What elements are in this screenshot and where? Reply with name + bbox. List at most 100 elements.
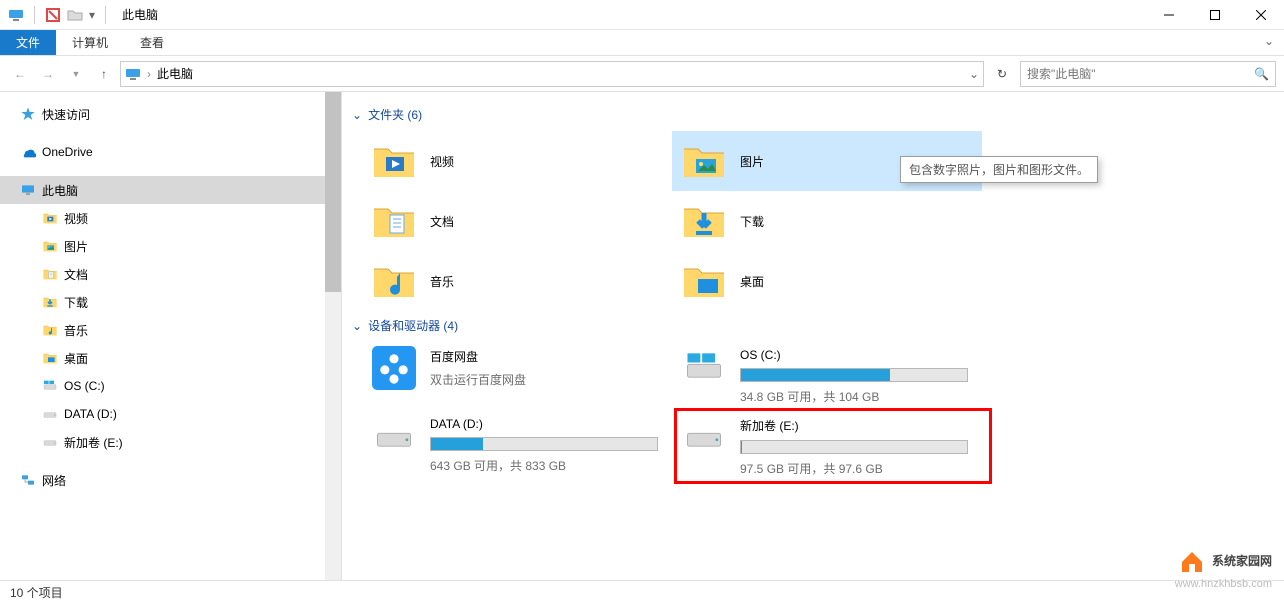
tab-view[interactable]: 查看 [124, 30, 180, 55]
videos-icon [370, 137, 418, 185]
folder-icon[interactable] [67, 7, 83, 23]
sidebar-item-music[interactable]: 音乐 [0, 316, 341, 344]
drive-item[interactable]: OS (C:)34.8 GB 可用，共 104 GB [672, 342, 982, 411]
sidebar-item-star[interactable]: 快速访问 [0, 100, 341, 128]
pictures-icon [42, 238, 58, 254]
ribbon: 文件 计算机 查看 ⌄ [0, 30, 1284, 56]
drive-sub: 双击运行百度网盘 [430, 371, 664, 388]
group-devices[interactable]: ⌄ 设备和驱动器 (4) [352, 317, 1278, 334]
minimize-button[interactable] [1146, 0, 1192, 30]
sidebar-item-label: 下载 [64, 294, 88, 311]
tab-file[interactable]: 文件 [0, 30, 56, 55]
folder-downloads[interactable]: 下载 [672, 191, 982, 251]
capacity-bar [430, 437, 658, 451]
sidebar-item-desktop[interactable]: 桌面 [0, 344, 341, 372]
sidebar-item-label: 音乐 [64, 322, 88, 339]
sidebar-item-label: 网络 [42, 472, 66, 489]
pc-icon [8, 7, 24, 23]
folder-label: 图片 [740, 153, 764, 170]
up-button[interactable]: ↑ [92, 62, 116, 86]
sidebar-item-label: 桌面 [64, 350, 88, 367]
back-button[interactable]: ← [8, 62, 32, 86]
drive-icon [42, 434, 58, 450]
address-bar[interactable]: › 此电脑 ⌄ [120, 61, 984, 87]
content-pane: ⌄ 文件夹 (6) 视频 图片文档 下载音乐 桌面 ⌄ 设备和驱动器 (4) 百度网盘… [342, 92, 1284, 580]
tab-label: 文件 [16, 34, 40, 51]
folder-documents[interactable]: 文档 [362, 191, 672, 251]
recent-dropdown[interactable]: ▼ [64, 62, 88, 86]
drive-name: 百度网盘 [430, 348, 664, 365]
drive-icon [370, 417, 418, 457]
folder-label: 视频 [430, 153, 454, 170]
onedrive-icon [20, 144, 36, 160]
separator [105, 6, 106, 24]
downloads-icon [42, 294, 58, 310]
item-count: 10 个项目 [10, 584, 63, 601]
sidebar-item-videos[interactable]: 视频 [0, 204, 341, 232]
baidu-icon [370, 348, 418, 388]
watermark-url: www.hnzkhbsb.com [1175, 578, 1272, 590]
window-title: 此电脑 [122, 6, 158, 23]
sidebar-item-label: OneDrive [42, 145, 93, 159]
tab-computer[interactable]: 计算机 [56, 30, 124, 55]
desktop-icon [42, 350, 58, 366]
pc-icon [20, 182, 36, 198]
drive-icon [42, 406, 58, 422]
sidebar-item-label: OS (C:) [64, 379, 105, 393]
search-input[interactable]: 搜索"此电脑" 🔍 [1020, 61, 1276, 87]
titlebar: ▾ 此电脑 [0, 0, 1284, 30]
quick-access-toolbar: ▾ 此电脑 [0, 6, 158, 24]
folder-label: 下载 [740, 213, 764, 230]
folder-music[interactable]: 音乐 [362, 251, 672, 311]
sidebar-item-pictures[interactable]: 图片 [0, 232, 341, 260]
folder-videos[interactable]: 视频 [362, 131, 672, 191]
chevron-down-icon: ⌄ [352, 319, 362, 333]
tooltip-text: 包含数字照片，图片和图形文件。 [909, 163, 1089, 177]
qat-dropdown-icon[interactable]: ▾ [89, 8, 95, 22]
search-icon: 🔍 [1254, 67, 1269, 81]
refresh-button[interactable]: ↻ [988, 62, 1016, 86]
sidebar-item-drive-win[interactable]: OS (C:) [0, 372, 341, 400]
breadcrumb[interactable]: 此电脑 [157, 65, 193, 82]
sidebar-item-label: 此电脑 [42, 182, 78, 199]
scrollbar-thumb[interactable] [325, 92, 341, 292]
house-icon [1178, 546, 1206, 574]
sidebar-item-drive[interactable]: 新加卷 (E:) [0, 428, 341, 456]
drive-item[interactable]: DATA (D:)643 GB 可用，共 833 GB [362, 411, 672, 483]
forward-button[interactable]: → [36, 62, 60, 86]
ribbon-expand-icon[interactable]: ⌄ [1264, 34, 1274, 48]
drive-win-icon [42, 378, 58, 394]
sidebar-item-pc[interactable]: 此电脑 [0, 176, 341, 204]
documents-icon [370, 197, 418, 245]
sidebar-item-label: DATA (D:) [64, 407, 117, 421]
watermark: 系统家园网 [1178, 546, 1272, 574]
drive-item[interactable]: 百度网盘双击运行百度网盘 [362, 342, 672, 411]
nav-pane: 快速访问 OneDrive 此电脑视频图片文档下载音乐桌面 OS (C:) DATA (… [0, 92, 342, 580]
star-icon [20, 106, 36, 122]
sidebar-item-label: 新加卷 (E:) [64, 434, 123, 451]
downloads-icon [680, 197, 728, 245]
folder-desktop[interactable]: 桌面 [672, 251, 982, 311]
maximize-button[interactable] [1192, 0, 1238, 30]
sidebar-item-network[interactable]: 网络 [0, 466, 341, 494]
status-bar: 10 个项目 [0, 580, 1284, 604]
window-controls [1146, 0, 1284, 30]
search-placeholder: 搜索"此电脑" [1027, 65, 1096, 82]
network-icon [20, 472, 36, 488]
group-folders[interactable]: ⌄ 文件夹 (6) [352, 106, 1278, 123]
capacity-text: 643 GB 可用，共 833 GB [430, 457, 664, 474]
music-icon [370, 257, 418, 305]
folder-label: 桌面 [740, 273, 764, 290]
sidebar-item-onedrive[interactable]: OneDrive [0, 138, 341, 166]
sidebar-item-drive[interactable]: DATA (D:) [0, 400, 341, 428]
close-button[interactable] [1238, 0, 1284, 30]
music-icon [42, 322, 58, 338]
sidebar-item-label: 快速访问 [42, 106, 90, 123]
sidebar-item-documents[interactable]: 文档 [0, 260, 341, 288]
drive-name: OS (C:) [740, 348, 974, 362]
sidebar-item-downloads[interactable]: 下载 [0, 288, 341, 316]
properties-icon[interactable] [45, 7, 61, 23]
address-dropdown-icon[interactable]: ⌄ [969, 67, 979, 81]
body: 快速访问OneDrive此电脑视频图片文档下载音乐桌面OS (C:)DATA (… [0, 92, 1284, 580]
tab-label: 查看 [140, 34, 164, 51]
